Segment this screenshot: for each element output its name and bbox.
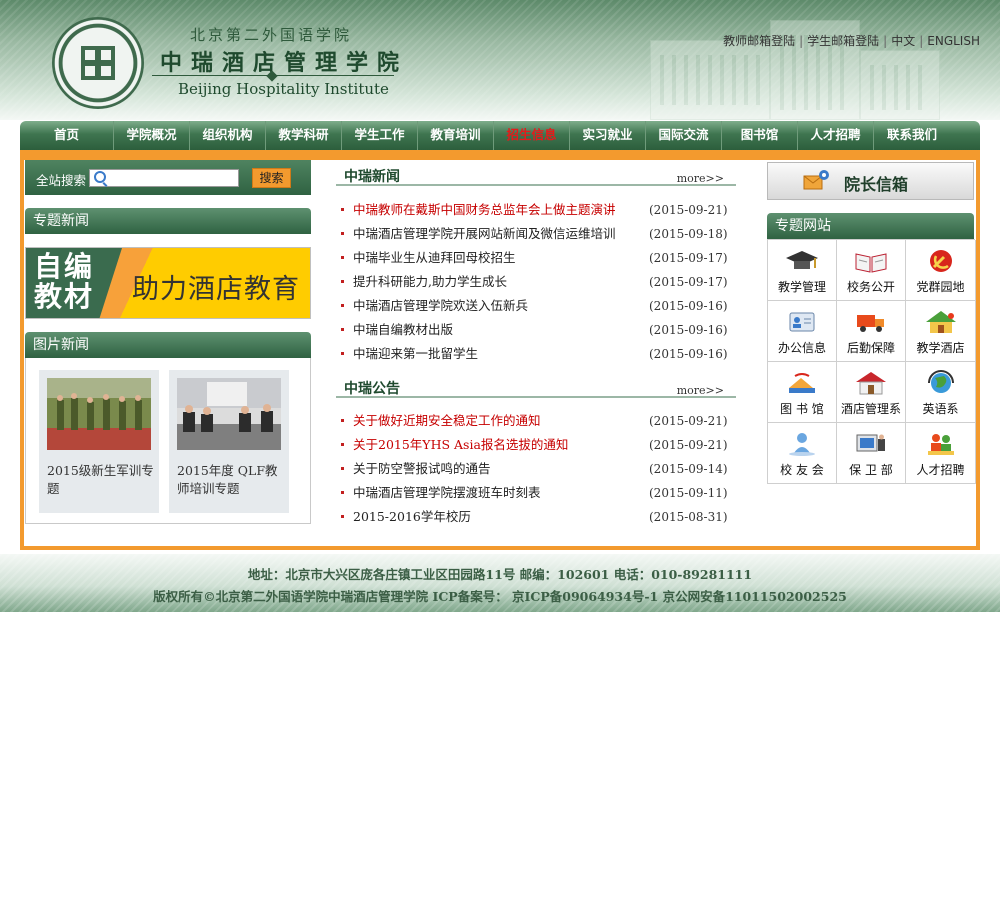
house-icon <box>856 372 886 395</box>
news-item[interactable]: 中瑞自编教材出版 (2015-09-16) <box>340 318 730 342</box>
party-emblem-icon <box>929 250 952 272</box>
photo-card[interactable]: 2015级新生军训专题 <box>39 370 159 513</box>
site-footer: 地址：北京市大兴区庞各庄镇工业区田园路11号 邮编：102601 电话：010-… <box>0 554 1000 612</box>
site-english-dept[interactable]: 英语系 <box>906 362 976 423</box>
photo-news-panel: 2015级新生军训专题 2015年度 QLF教师培训专题 <box>25 358 311 524</box>
dean-mailbox-label: 院长信箱 <box>844 175 909 194</box>
nav-international[interactable]: 国际交流 <box>646 121 722 150</box>
banner-headline: 自编教材 <box>34 250 95 313</box>
teacher-mail-link[interactable]: 教师邮箱登陆 <box>723 34 795 48</box>
news-item[interactable]: 中瑞教师在戴斯中国财务总监年会上做主题演讲 (2015-09-21) <box>340 198 730 222</box>
id-card-icon <box>789 312 815 332</box>
notices-section-title: 中瑞公告 <box>344 381 400 397</box>
site-logistics[interactable]: 后勤保障 <box>837 301 906 362</box>
site-alumni[interactable]: 校 友 会 <box>768 423 837 484</box>
institute-english-name: Beijing Hospitality Institute <box>178 80 389 98</box>
nav-research[interactable]: 教学科研 <box>266 121 342 150</box>
news-more-link[interactable]: more>> <box>677 172 724 185</box>
footer-address: 地址：北京市大兴区庞各庄镇工业区田园路11号 邮编：102601 电话：010-… <box>247 567 753 582</box>
site-security-dept[interactable]: 保 卫 部 <box>837 423 906 484</box>
site-hotel-management-dept[interactable]: 酒店管理系 <box>837 362 906 423</box>
military-training-photo[interactable] <box>47 378 151 450</box>
site-header: 北京第二外国语学院 中瑞酒店管理学院 Beijing Hospitality I… <box>0 0 1000 120</box>
open-book-icon <box>855 253 887 273</box>
news-item[interactable]: 中瑞毕业生从迪拜回母校招生 (2015-09-17) <box>340 246 730 270</box>
search-box: 全站搜索 搜索 <box>25 160 311 195</box>
notices-section-header: 中瑞公告 more>> <box>336 376 736 398</box>
nav-organization[interactable]: 组织机构 <box>190 121 266 150</box>
nav-student-affairs[interactable]: 学生工作 <box>342 121 418 150</box>
search-icon <box>94 171 106 183</box>
people-icon <box>927 434 954 455</box>
notice-item[interactable]: 关于做好近期安全稳定工作的通知 (2015-09-21) <box>340 409 730 433</box>
notice-item[interactable]: 关于防空警报试鸣的通告 (2015-09-14) <box>340 457 730 481</box>
mail-person-icon <box>803 170 829 190</box>
news-list: 中瑞教师在戴斯中国财务总监年会上做主题演讲 (2015-09-21) 中瑞酒店管理… <box>340 198 730 366</box>
site-office-info[interactable]: 办公信息 <box>768 301 837 362</box>
search-label: 全站搜索 <box>36 173 87 188</box>
news-item[interactable]: 提升科研能力,助力学生成长 (2015-09-17) <box>340 270 730 294</box>
nav-home[interactable]: 首页 <box>20 121 114 150</box>
search-button[interactable]: 搜索 <box>252 168 291 188</box>
truck-icon <box>857 315 884 332</box>
school-emblem-logo[interactable] <box>52 17 144 109</box>
monitor-guard-icon <box>856 434 885 452</box>
nav-contact[interactable]: 联系我们 <box>874 121 950 150</box>
nav-recruitment[interactable]: 人才招聘 <box>798 121 874 150</box>
hotel-house-icon <box>925 311 956 333</box>
footer-copyright: 版权所有©北京第二外国语学院中瑞酒店管理学院 ICP备案号： 京ICP备0906… <box>153 589 847 604</box>
notice-item[interactable]: 中瑞酒店管理学院摆渡班车时刻表 (2015-09-11) <box>340 481 730 505</box>
photo-caption[interactable]: 2015级新生军训专题 <box>47 462 155 498</box>
top-links: 教师邮箱登陆 | 学生邮箱登陆 | 中文 | ENGLISH <box>723 34 980 48</box>
university-name: 北京第二外国语学院 <box>190 26 353 44</box>
dean-mailbox-button[interactable]: 院长信箱 <box>767 162 974 200</box>
search-input[interactable] <box>89 169 239 187</box>
site-party-garden[interactable]: 党群园地 <box>906 240 976 301</box>
special-news-header: 专题新闻 <box>25 208 311 234</box>
site-affairs-public[interactable]: 校务公开 <box>837 240 906 301</box>
nav-training[interactable]: 教育培训 <box>418 121 494 150</box>
news-item[interactable]: 中瑞酒店管理学院欢送入伍新兵 (2015-09-16) <box>340 294 730 318</box>
site-talent-recruitment[interactable]: 人才招聘 <box>906 423 976 484</box>
special-sites-header: 专题网站 <box>767 213 974 239</box>
main-nav: 首页 学院概况 组织机构 教学科研 学生工作 教育培训 招生信息 实习就业 国际… <box>20 121 980 150</box>
site-teaching-hotel[interactable]: 教学酒店 <box>906 301 976 362</box>
nav-library[interactable]: 图书馆 <box>722 121 798 150</box>
notices-list: 关于做好近期安全稳定工作的通知 (2015-09-21) 关于2015年YHS A… <box>340 409 730 529</box>
globe-icon <box>927 370 954 393</box>
books-icon <box>789 373 815 393</box>
person-globe-icon <box>789 433 815 456</box>
news-item[interactable]: 中瑞迎来第一批留学生 (2015-09-16) <box>340 342 730 366</box>
notice-item[interactable]: 关于2015年YHS Asia报名选拔的通知 (2015-09-21) <box>340 433 730 457</box>
photo-caption[interactable]: 2015年度 QLF教师培训专题 <box>177 462 285 498</box>
notices-more-link[interactable]: more>> <box>677 384 724 397</box>
site-teaching-management[interactable]: 教学管理 <box>768 240 837 301</box>
photo-news-header: 图片新闻 <box>25 332 311 358</box>
chinese-link[interactable]: 中文 <box>891 34 915 48</box>
nav-orange-bar <box>20 150 980 160</box>
banner-slogan: 助力酒店教育 <box>132 274 300 305</box>
student-mail-link[interactable]: 学生邮箱登陆 <box>807 34 879 48</box>
graduation-cap-icon <box>786 251 818 269</box>
institute-name: 中瑞酒店管理学院 <box>160 51 409 76</box>
special-sites-grid: 教学管理 校务公开 党群园地 办公信息 后勤保障 教学酒店 图 书 馆 酒店管理… <box>767 239 976 484</box>
campus-building-image <box>620 10 950 120</box>
news-item[interactable]: 中瑞酒店管理学院开展网站新闻及微信运维培训 (2015-09-18) <box>340 222 730 246</box>
news-section-title: 中瑞新闻 <box>344 169 400 185</box>
nav-admissions[interactable]: 招生信息 <box>494 121 570 150</box>
english-link[interactable]: ENGLISH <box>927 34 980 48</box>
notice-item[interactable]: 2015-2016学年校历 (2015-08-31) <box>340 505 730 529</box>
nav-about[interactable]: 学院概况 <box>114 121 190 150</box>
site-library[interactable]: 图 书 馆 <box>768 362 837 423</box>
news-section-header: 中瑞新闻 more>> <box>336 164 736 186</box>
photo-card[interactable]: 2015年度 QLF教师培训专题 <box>169 370 289 513</box>
textbook-banner[interactable]: 自编教材 助力酒店教育 <box>25 247 311 319</box>
teacher-training-photo[interactable] <box>177 378 281 450</box>
nav-employment[interactable]: 实习就业 <box>570 121 646 150</box>
